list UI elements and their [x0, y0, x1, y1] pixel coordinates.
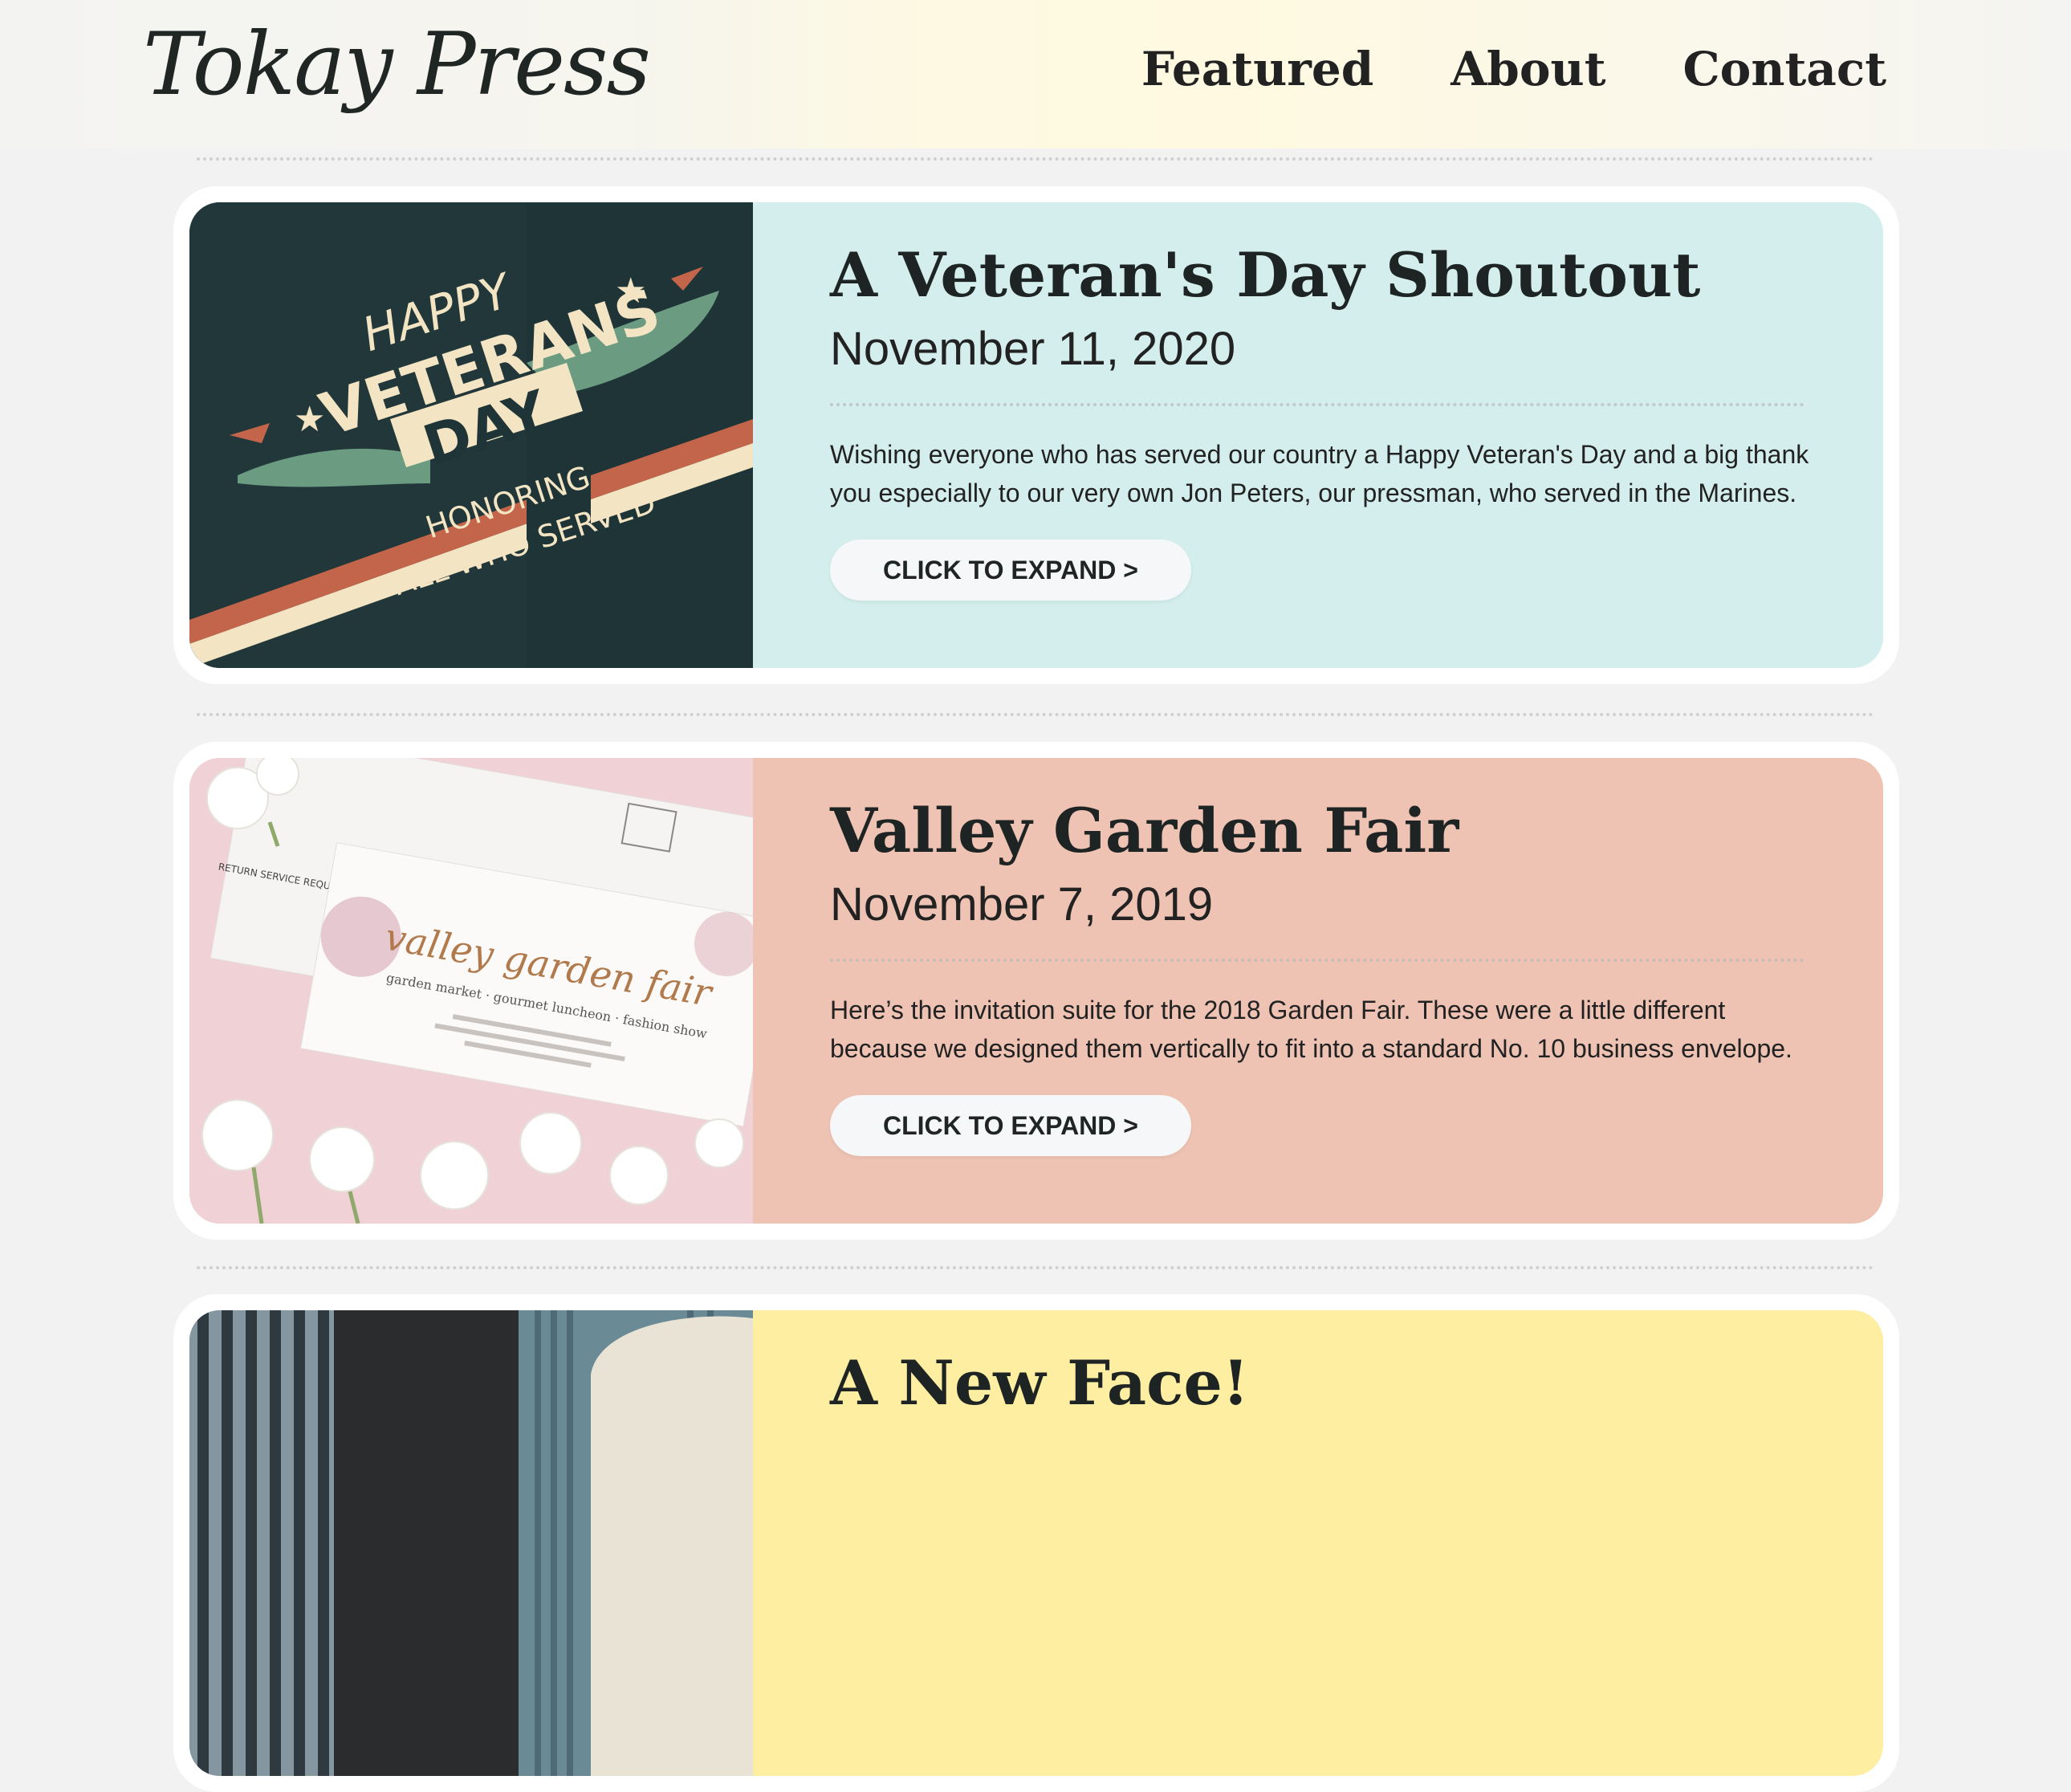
- section-divider: [197, 713, 1874, 716]
- post-body: Valley Garden Fair November 7, 2019 Here…: [753, 758, 1883, 1224]
- post-body: A New Face!: [753, 1310, 1883, 1776]
- garden-fair-illustration: RETURN SERVICE REQUESTED valley garden f…: [189, 758, 753, 1224]
- nav-about[interactable]: About: [1451, 42, 1605, 96]
- post-divider: [830, 403, 1804, 406]
- post-card: A New Face!: [173, 1294, 1899, 1792]
- nav-contact[interactable]: Contact: [1683, 42, 1887, 96]
- post-card: ★ ★ HAPPY VETERANS DAY HONORING ALL WHO …: [173, 186, 1899, 684]
- post-image-veterans-day[interactable]: ★ ★ HAPPY VETERANS DAY HONORING ALL WHO …: [189, 202, 753, 668]
- new-face-illustration: [189, 1310, 753, 1776]
- post-title[interactable]: Valley Garden Fair: [830, 795, 1825, 866]
- post-excerpt: Wishing everyone who has served our coun…: [830, 440, 1809, 507]
- post-card-inner: ★ ★ HAPPY VETERANS DAY HONORING ALL WHO …: [189, 202, 1883, 668]
- site-logo[interactable]: Tokay Press: [143, 14, 651, 115]
- post-card: RETURN SERVICE REQUESTED valley garden f…: [173, 742, 1899, 1240]
- site-header: Tokay Press Featured About Contact: [0, 0, 2071, 149]
- expand-button[interactable]: CLICK TO EXPAND >: [830, 1095, 1191, 1156]
- post-card-inner: RETURN SERVICE REQUESTED valley garden f…: [189, 758, 1883, 1224]
- post-divider: [830, 959, 1804, 962]
- section-divider: [197, 1266, 1874, 1269]
- expand-button[interactable]: CLICK TO EXPAND >: [830, 540, 1191, 601]
- post-date: November 11, 2020: [830, 323, 1236, 375]
- section-divider: [197, 157, 1874, 161]
- post-date: November 7, 2019: [830, 878, 1214, 931]
- post-image-garden-fair[interactable]: RETURN SERVICE REQUESTED valley garden f…: [189, 758, 753, 1224]
- post-title[interactable]: A New Face!: [830, 1347, 1806, 1419]
- nav-featured[interactable]: Featured: [1141, 42, 1373, 96]
- post-title[interactable]: A Veteran's Day Shoutout: [830, 239, 1825, 311]
- post-excerpt: Here’s the invitation suite for the 2018…: [830, 996, 1792, 1063]
- main-nav: Featured About Contact: [1141, 42, 1886, 96]
- post-body: A Veteran's Day Shoutout November 11, 20…: [753, 202, 1883, 668]
- post-card-inner: A New Face!: [189, 1310, 1883, 1776]
- veterans-day-illustration: ★ ★ HAPPY VETERANS DAY HONORING ALL WHO …: [189, 202, 753, 668]
- post-image-new-face[interactable]: [189, 1310, 753, 1776]
